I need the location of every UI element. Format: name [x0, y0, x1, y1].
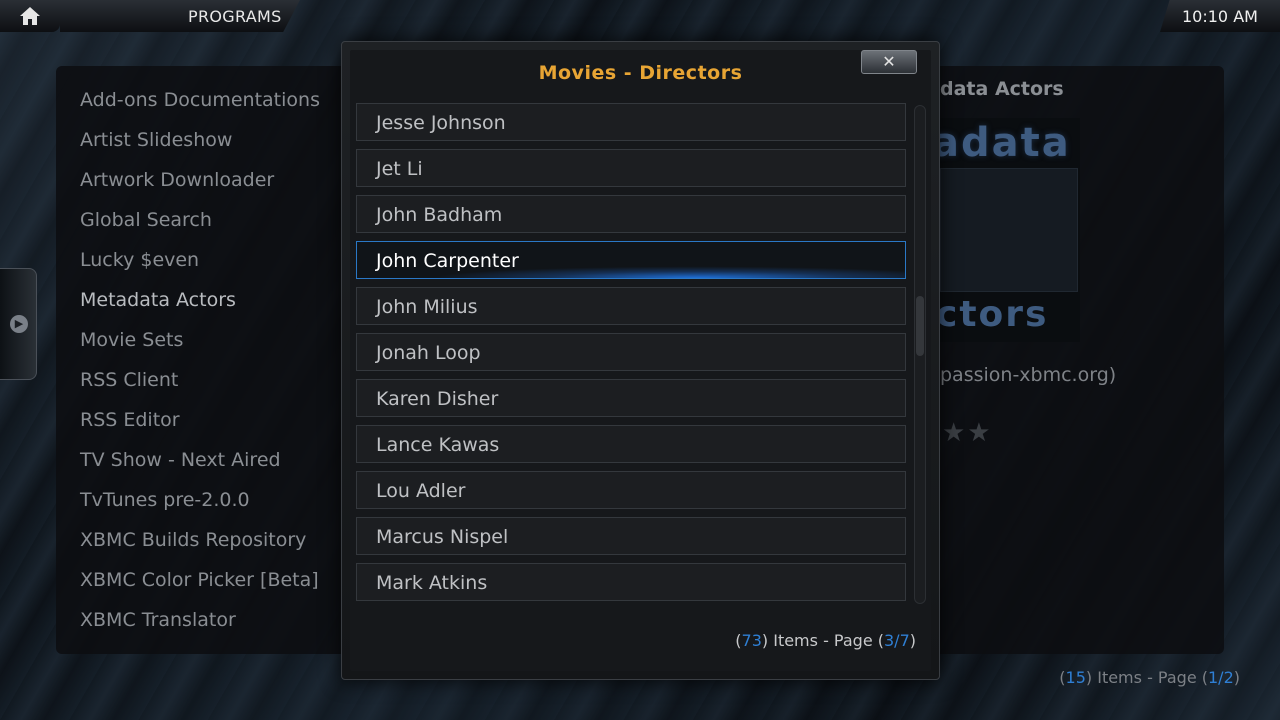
programs-page-current: 1 [1207, 668, 1219, 687]
clock: 10:10 AM [1182, 7, 1258, 26]
directors-dialog: Movies - Directors ✕ Jesse Johnson Jet L… [341, 41, 940, 680]
dialog-items-label: Items - Page [773, 631, 873, 650]
directors-list: Jesse Johnson Jet Li John Badham John Ca… [356, 103, 906, 609]
list-item[interactable]: XBMC Builds Repository [80, 526, 320, 566]
addon-logo-text-top: adata [932, 120, 1071, 166]
director-item[interactable]: Jonah Loop [356, 333, 906, 371]
dialog-item-count: 73 [741, 631, 762, 650]
rating-stars-icon: ★★ [942, 418, 993, 448]
programs-page-count: (15) Items - Page (1/2) [1059, 668, 1240, 687]
side-menu-handle[interactable]: ▶ [0, 268, 37, 380]
director-item-focused[interactable]: John Carpenter [356, 241, 906, 279]
list-item[interactable]: Global Search [80, 206, 320, 246]
director-item[interactable]: Jet Li [356, 149, 906, 187]
addon-author-link: passion-xbmc.org) [940, 364, 1117, 386]
section-title-tab: PROGRAMS [60, 0, 300, 32]
director-item[interactable]: John Milius [356, 287, 906, 325]
list-item[interactable]: XBMC Translator [80, 606, 320, 646]
dialog-page-current: 3 [883, 631, 895, 650]
scrollbar-thumb[interactable] [916, 296, 924, 356]
dialog-title: Movies - Directors [538, 62, 743, 84]
director-item[interactable]: Lou Adler [356, 471, 906, 509]
list-item[interactable]: XBMC Color Picker [Beta] [80, 566, 320, 606]
director-item[interactable]: Jesse Johnson [356, 103, 906, 141]
list-item[interactable]: TV Show - Next Aired [80, 446, 320, 486]
director-item[interactable]: Marcus Nispel [356, 517, 906, 555]
addon-logo: adata ctors [932, 118, 1080, 342]
director-item[interactable]: Mark Atkins [356, 563, 906, 601]
director-item[interactable]: Lance Kawas [356, 425, 906, 463]
list-item-selected[interactable]: Metadata Actors [80, 286, 320, 326]
close-button[interactable]: ✕ [861, 50, 917, 74]
programs-page-total: 2 [1223, 668, 1234, 687]
chevron-right-icon: ▶ [10, 315, 28, 333]
clock-tab: 10:10 AM [1160, 0, 1280, 32]
dialog-scrollbar[interactable] [914, 105, 926, 604]
list-item[interactable]: Lucky $even [80, 246, 320, 286]
addon-info-title: data Actors [940, 78, 1064, 100]
list-item[interactable]: RSS Editor [80, 406, 320, 446]
addon-screenshot [940, 168, 1078, 292]
programs-list: Add-ons Documentations Artist Slideshow … [80, 86, 320, 646]
list-item[interactable]: RSS Client [80, 366, 320, 406]
close-icon: ✕ [882, 52, 896, 71]
top-bar: PROGRAMS 10:10 AM [0, 0, 1280, 32]
dialog-page-total: 7 [899, 631, 910, 650]
addon-logo-text-bottom: ctors [936, 294, 1049, 335]
programs-items-label: Items - Page [1097, 668, 1197, 687]
programs-item-count: 15 [1065, 668, 1086, 687]
home-icon [20, 7, 40, 25]
dialog-page-count: (73) Items - Page (3/7) [735, 631, 916, 650]
list-item[interactable]: Artist Slideshow [80, 126, 320, 166]
section-title: PROGRAMS [188, 7, 282, 26]
list-item[interactable]: TvTunes pre-2.0.0 [80, 486, 320, 526]
home-button[interactable] [0, 0, 60, 32]
list-item[interactable]: Add-ons Documentations [80, 86, 320, 126]
list-item[interactable]: Artwork Downloader [80, 166, 320, 206]
director-item[interactable]: Karen Disher [356, 379, 906, 417]
list-item[interactable]: Movie Sets [80, 326, 320, 366]
director-item[interactable]: John Badham [356, 195, 906, 233]
